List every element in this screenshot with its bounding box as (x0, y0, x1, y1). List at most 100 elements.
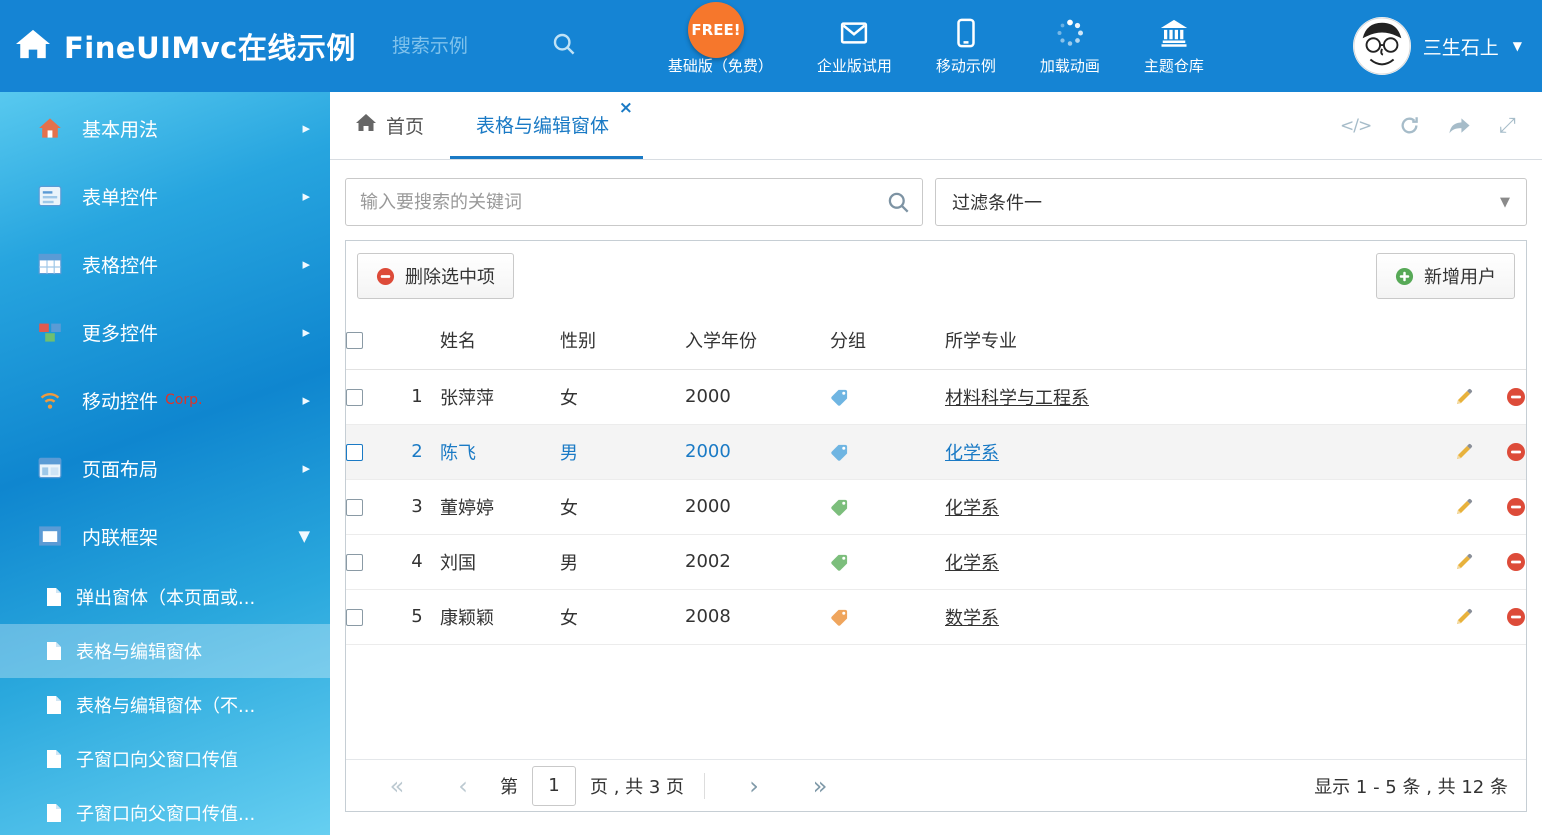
chevron-right-icon: ▸ (302, 459, 310, 477)
major-link[interactable]: 化学系 (945, 553, 999, 574)
sidebar-item-form-controls[interactable]: 表单控件 ▸ (0, 162, 330, 230)
cell-gender: 女 (560, 479, 685, 534)
edit-icon[interactable] (1454, 497, 1474, 517)
col-gender: 性别 (560, 311, 685, 369)
pagination-page-input[interactable] (532, 766, 576, 806)
source-code-icon[interactable]: </> (1340, 116, 1371, 136)
nav-label: 移动示例 (936, 55, 996, 76)
tab-home[interactable]: 首页 (330, 92, 450, 159)
cell-year: 2000 (685, 424, 830, 479)
spinner-icon (1055, 16, 1085, 48)
col-name: 姓名 (440, 311, 560, 369)
table-row[interactable]: 3 董婷婷 女 2000 化学系 (346, 479, 1526, 534)
sidebar-item-label: 移动控件 (82, 387, 158, 414)
row-number: 4 (394, 534, 440, 589)
chevron-down-icon: ▼ (298, 527, 310, 545)
pagination-last-button[interactable]: » (787, 774, 853, 798)
sidebar-subitem-label: 表格与编辑窗体（不... (76, 692, 255, 718)
layout-icon (38, 456, 66, 480)
nav-label: 基础版（免费） (668, 55, 773, 76)
cell-gender: 男 (560, 534, 685, 589)
signal-icon (38, 388, 66, 412)
add-user-button[interactable]: 新增用户 (1376, 253, 1515, 299)
row-number: 1 (394, 369, 440, 424)
remove-icon[interactable] (1506, 552, 1526, 572)
table-row-selected[interactable]: 2 陈飞 男 2000 化学系 (346, 424, 1526, 479)
sidebar-item-basic-usage[interactable]: 基本用法 ▸ (0, 94, 330, 162)
nav-item-enterprise-trial[interactable]: 企业版试用 (817, 16, 892, 76)
table-row[interactable]: 4 刘国 男 2002 化学系 (346, 534, 1526, 589)
expand-icon[interactable]: ⤢ (1499, 113, 1516, 138)
search-icon[interactable] (552, 32, 576, 60)
sidebar-item-grid-controls[interactable]: 表格控件 ▸ (0, 230, 330, 298)
sidebar-subitem-popup-window[interactable]: 弹出窗体（本页面或... (0, 570, 330, 624)
edit-icon[interactable] (1454, 442, 1474, 462)
edit-icon[interactable] (1454, 387, 1474, 407)
nav-item-loading-animations[interactable]: 加载动画 (1040, 16, 1100, 76)
close-icon[interactable]: × (619, 100, 633, 117)
page-icon (46, 803, 62, 823)
sidebar-subitem-child-to-parent[interactable]: 子窗口向父窗口传值 (0, 732, 330, 786)
search-icon[interactable] (887, 191, 910, 218)
cell-gender: 女 (560, 369, 685, 424)
users-table: 姓名 性别 入学年份 分组 所学专业 1 (346, 311, 1526, 645)
remove-icon[interactable] (1506, 497, 1526, 517)
row-checkbox[interactable] (346, 609, 363, 626)
page-icon (46, 641, 62, 661)
sidebar-item-more-controls[interactable]: 更多控件 ▸ (0, 298, 330, 366)
pagination-first-button[interactable]: « (364, 774, 430, 798)
col-actions (1408, 311, 1526, 369)
cell-gender: 男 (560, 424, 685, 479)
edit-icon[interactable] (1454, 607, 1474, 627)
major-link[interactable]: 化学系 (945, 498, 999, 519)
row-checkbox[interactable] (346, 554, 363, 571)
table-row[interactable]: 5 康颖颖 女 2008 数学系 (346, 589, 1526, 644)
sidebar-item-label: 表格控件 (82, 251, 158, 278)
page-label-after: 页 , 共 3 页 (590, 773, 684, 799)
row-checkbox[interactable] (346, 444, 363, 461)
remove-icon[interactable] (1506, 607, 1526, 627)
nav-label: 企业版试用 (817, 55, 892, 76)
delete-selected-button[interactable]: 删除选中项 (357, 253, 514, 299)
app-logo[interactable]: FineUIMvc在线示例 (0, 25, 356, 67)
divider (704, 773, 705, 799)
sidebar-item-page-layout[interactable]: 页面布局 ▸ (0, 434, 330, 502)
cell-year: 2002 (685, 534, 830, 589)
nav-item-theme-store[interactable]: 主题仓库 (1144, 16, 1204, 76)
row-checkbox[interactable] (346, 499, 363, 516)
tab-label: 首页 (386, 112, 424, 139)
sidebar-subitem-grid-edit-window[interactable]: 表格与编辑窗体 (0, 624, 330, 678)
major-link[interactable]: 数学系 (945, 608, 999, 629)
share-icon[interactable] (1448, 116, 1471, 135)
tab-grid-edit-window[interactable]: 表格与编辑窗体 × (450, 92, 643, 159)
col-year: 入学年份 (685, 311, 830, 369)
major-link[interactable]: 材料科学与工程系 (945, 388, 1089, 409)
sidebar-item-iframe[interactable]: 内联框架 ▼ (0, 502, 330, 570)
remove-icon[interactable] (1506, 387, 1526, 407)
chevron-right-icon: ▸ (302, 391, 310, 409)
sidebar-subitem-grid-edit-window-2[interactable]: 表格与编辑窗体（不... (0, 678, 330, 732)
major-link[interactable]: 化学系 (945, 443, 999, 464)
cell-year: 2008 (685, 589, 830, 644)
sidebar-item-mobile-controls[interactable]: 移动控件 Corp. ▸ (0, 366, 330, 434)
remove-icon[interactable] (1506, 442, 1526, 462)
edit-icon[interactable] (1454, 552, 1474, 572)
sidebar-subitem-child-to-parent-2[interactable]: 子窗口向父窗口传值... (0, 786, 330, 835)
user-menu[interactable]: 三生石上 ▼ (1353, 17, 1542, 75)
nav-item-mobile-demo[interactable]: 移动示例 (936, 16, 996, 76)
table-row[interactable]: 1 张萍萍 女 2000 材料科学与工程系 (346, 369, 1526, 424)
keyword-search-input[interactable] (346, 179, 922, 225)
refresh-icon[interactable] (1399, 115, 1420, 136)
select-all-checkbox[interactable] (346, 332, 363, 349)
header-search-input[interactable] (392, 35, 542, 57)
home-icon (356, 114, 376, 137)
pagination-prev-button[interactable]: ‹ (430, 774, 496, 798)
sidebar-item-label: 内联框架 (82, 523, 158, 550)
filter-dropdown-value: 过滤条件一 (952, 189, 1042, 215)
sidebar-item-label: 页面布局 (82, 455, 158, 482)
tag-icon (830, 443, 849, 462)
row-checkbox[interactable] (346, 389, 363, 406)
pagination-next-button[interactable]: › (721, 774, 787, 798)
sidebar-item-label: 更多控件 (82, 319, 158, 346)
filter-dropdown[interactable]: 过滤条件一 ▼ (935, 178, 1527, 226)
